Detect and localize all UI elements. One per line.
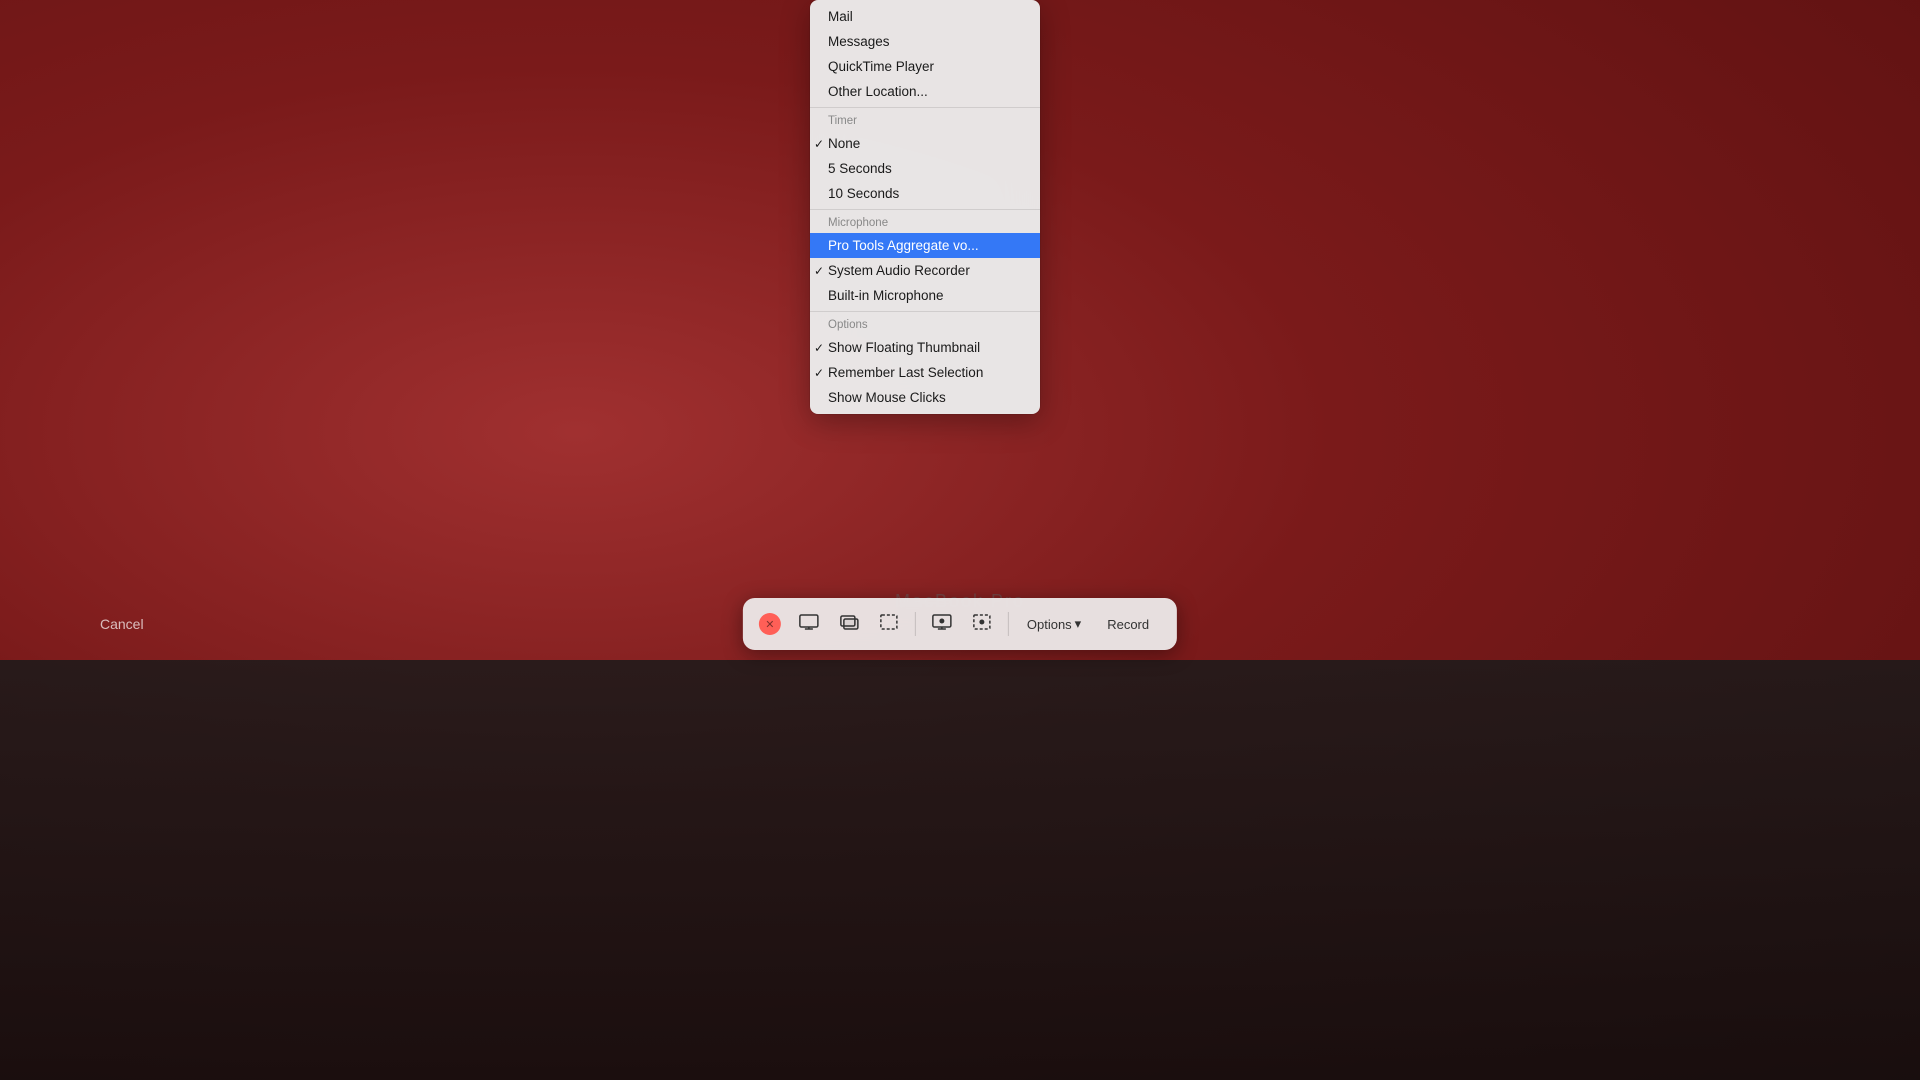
- menu-item-show-mouse-clicks-label: Show Mouse Clicks: [828, 390, 946, 405]
- close-button[interactable]: ✕: [759, 613, 781, 635]
- menu-item-timer-none-label: None: [828, 136, 860, 151]
- separator-1: [810, 107, 1040, 108]
- menu-item-quicktime-label: QuickTime Player: [828, 59, 934, 74]
- menu-item-remember-last-selection-label: Remember Last Selection: [828, 365, 983, 380]
- screenshot-toolbar: ✕: [743, 598, 1177, 650]
- separator-2: [810, 209, 1040, 210]
- menu-item-timer-5s-label: 5 Seconds: [828, 161, 892, 176]
- menu-item-builtin-mic[interactable]: Built-in Microphone: [810, 283, 1040, 308]
- menu-item-system-audio-label: System Audio Recorder: [828, 263, 970, 278]
- record-selection-icon: [971, 611, 993, 638]
- window-icon: [838, 611, 860, 638]
- menu-item-builtin-mic-label: Built-in Microphone: [828, 288, 944, 303]
- close-icon: ✕: [765, 618, 774, 631]
- microphone-section-header: Microphone: [810, 213, 1040, 233]
- toolbar-divider: [915, 612, 916, 636]
- menu-item-mail-label: Mail: [828, 9, 853, 24]
- menu-item-timer-10s[interactable]: 10 Seconds: [810, 181, 1040, 206]
- capture-selected-portion-button[interactable]: [871, 606, 907, 642]
- checkmark-floating-thumbnail: ✓: [814, 341, 824, 355]
- toolbar-divider-2: [1008, 612, 1009, 636]
- menu-item-system-audio[interactable]: ✓ System Audio Recorder: [810, 258, 1040, 283]
- menu-item-show-floating-thumbnail-label: Show Floating Thumbnail: [828, 340, 980, 355]
- separator-3: [810, 311, 1040, 312]
- menu-item-quicktime[interactable]: QuickTime Player: [810, 54, 1040, 79]
- menu-item-show-mouse-clicks[interactable]: Show Mouse Clicks: [810, 385, 1040, 410]
- keyboard-area: [0, 660, 1920, 1080]
- menu-item-timer-none[interactable]: ✓ None: [810, 131, 1040, 156]
- menu-item-pro-tools-label: Pro Tools Aggregate vo...: [828, 238, 979, 253]
- menu-item-mail[interactable]: Mail: [810, 4, 1040, 29]
- menu-item-other-location-label: Other Location...: [828, 84, 928, 99]
- record-entire-screen-button[interactable]: [924, 606, 960, 642]
- screen-icon: [798, 611, 820, 638]
- record-screen-icon: [931, 611, 953, 638]
- checkmark-none: ✓: [814, 137, 824, 151]
- record-button[interactable]: Record: [1095, 611, 1161, 638]
- menu-item-pro-tools[interactable]: Pro Tools Aggregate vo...: [810, 233, 1040, 258]
- checkmark-system-audio: ✓: [814, 264, 824, 278]
- menu-item-timer-10s-label: 10 Seconds: [828, 186, 899, 201]
- options-dropdown: Mail Messages QuickTime Player Other Loc…: [810, 0, 1040, 414]
- options-button[interactable]: Options ▾: [1017, 610, 1091, 638]
- capture-selected-window-button[interactable]: [831, 606, 867, 642]
- menu-item-remember-last-selection[interactable]: ✓ Remember Last Selection: [810, 360, 1040, 385]
- menu-item-timer-5s[interactable]: 5 Seconds: [810, 156, 1040, 181]
- timer-section-header: Timer: [810, 111, 1040, 131]
- options-section-header: Options: [810, 315, 1040, 335]
- menu-item-messages-label: Messages: [828, 34, 890, 49]
- menu-item-messages[interactable]: Messages: [810, 29, 1040, 54]
- capture-entire-screen-button[interactable]: [791, 606, 827, 642]
- menu-item-other-location[interactable]: Other Location...: [810, 79, 1040, 104]
- chevron-down-icon: ▾: [1075, 616, 1082, 632]
- record-selected-portion-button[interactable]: [964, 606, 1000, 642]
- menu-item-show-floating-thumbnail[interactable]: ✓ Show Floating Thumbnail: [810, 335, 1040, 360]
- selection-icon: [878, 611, 900, 638]
- checkmark-remember-selection: ✓: [814, 366, 824, 380]
- options-label: Options: [1027, 617, 1072, 632]
- cancel-label: Cancel: [100, 616, 144, 632]
